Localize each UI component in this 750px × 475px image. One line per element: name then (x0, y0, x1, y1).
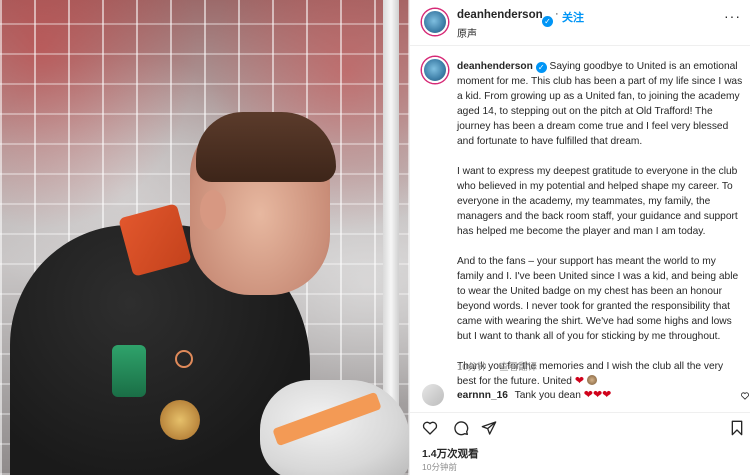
post-timestamp: 10分钟前 (422, 462, 457, 472)
post-side-panel: deanhenderson ✓ · 关注 原声 ··· deanhenderso… (409, 0, 750, 475)
author-username[interactable]: deanhenderson (457, 9, 543, 21)
share-icon[interactable] (481, 420, 497, 436)
caption-paragraph-2: I want to express my deepest gratitude t… (457, 166, 738, 237)
see-translation-link[interactable]: 查看翻译 (499, 362, 537, 373)
caption-meta: 10分钟 查看翻译 (457, 359, 547, 373)
caption-username[interactable]: deanhenderson (457, 61, 533, 72)
player-hair (196, 112, 336, 182)
comment-hearts: ❤❤❤ (583, 389, 612, 401)
bookmark-icon[interactable] (729, 420, 745, 436)
view-count[interactable]: 1.4万次观看 (422, 446, 479, 461)
player-ear (200, 190, 226, 230)
caption-section: deanhenderson ✓ Saying goodbye to United… (410, 47, 750, 387)
caption-author-avatar[interactable] (422, 57, 448, 83)
caption-paragraph-3: And to the fans – your support has meant… (457, 256, 739, 342)
comment-item: earnnn_16 Tank you dean ❤❤❤ (410, 382, 750, 410)
cup-sleeve-badge (112, 345, 146, 397)
caption-time: 10分钟 (457, 362, 487, 373)
caption-paragraph-1: Saying goodbye to United is an emotional… (457, 61, 743, 147)
comment-like-heart-icon[interactable] (741, 392, 749, 400)
commenter-avatar[interactable] (422, 384, 444, 406)
verified-badge-icon: ✓ (542, 10, 553, 28)
heart-icon[interactable] (422, 420, 438, 436)
caption-verified-icon: ✓ (535, 62, 547, 73)
verified-check: ✓ (542, 16, 553, 27)
caption-text: deanhenderson ✓ Saying goodbye to United… (457, 59, 745, 404)
post-media[interactable] (0, 0, 409, 475)
separator-dot: · (555, 8, 559, 20)
follow-button[interactable]: 关注 (562, 9, 584, 25)
author-avatar[interactable] (422, 9, 448, 35)
comment-text: earnnn_16 Tank you dean ❤❤❤ (457, 388, 611, 401)
commenter-username[interactable]: earnnn_16 (457, 390, 508, 401)
post-header: deanhenderson ✓ · 关注 原声 ··· (410, 0, 750, 46)
comment-body: Tank you dean (514, 390, 581, 401)
club-crest (160, 400, 200, 440)
audio-label[interactable]: 原声 (457, 25, 477, 40)
comment-icon[interactable] (453, 420, 469, 436)
post-actions (410, 412, 750, 440)
more-options-icon[interactable]: ··· (724, 8, 741, 24)
kit-sponsor-logo (175, 350, 193, 368)
